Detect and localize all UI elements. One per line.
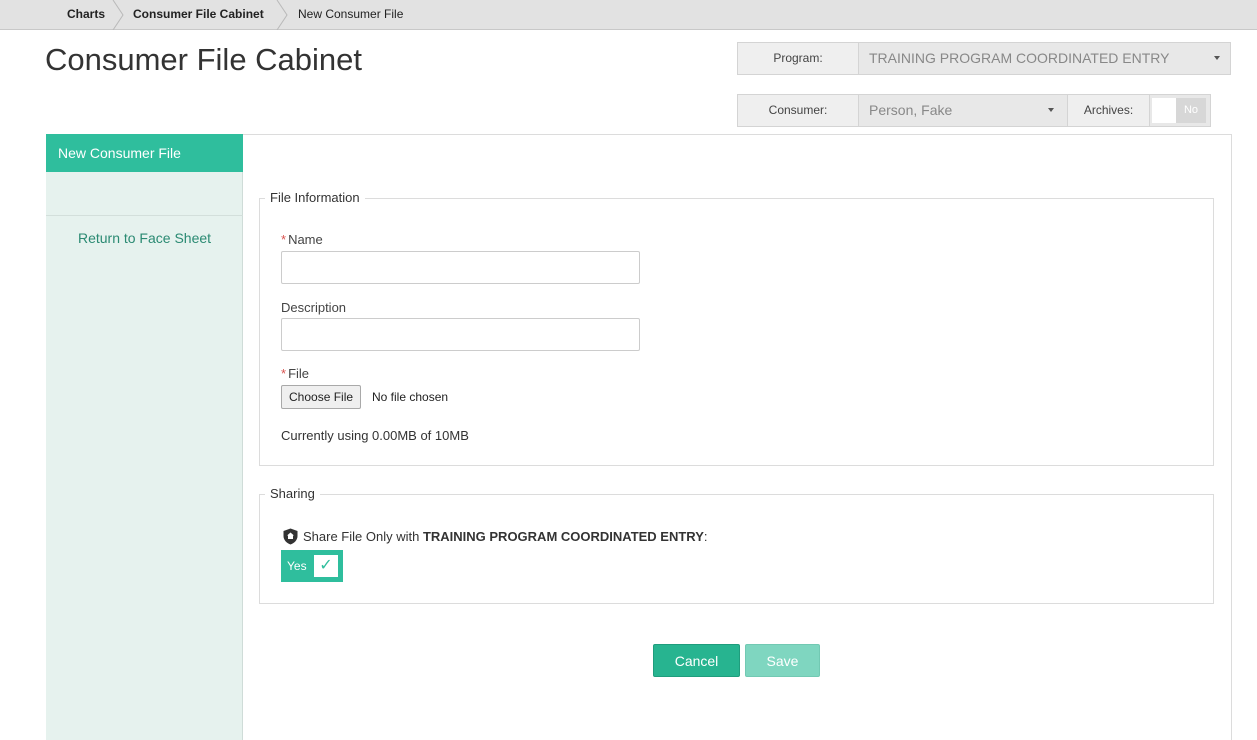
no-file-chosen-text: No file chosen	[372, 390, 449, 404]
breadcrumb-item-new-consumer-file: New Consumer File	[298, 7, 404, 21]
cancel-button[interactable]: Cancel	[653, 644, 740, 677]
sidebar-divider	[46, 215, 243, 216]
archives-toggle[interactable]: No	[1150, 94, 1211, 127]
program-select[interactable]: TRAINING PROGRAM COORDINATED ENTRY	[859, 42, 1231, 75]
sidebar: New Consumer File Return to Face Sheet	[46, 134, 243, 740]
file-information-legend: File Information	[265, 190, 365, 205]
program-select-value: TRAINING PROGRAM COORDINATED ENTRY	[869, 50, 1170, 66]
share-file-suffix: :	[703, 529, 708, 544]
consumer-select[interactable]: Person, Fake	[859, 94, 1068, 127]
consumer-label: Consumer:	[737, 94, 859, 127]
share-only-toggle[interactable]: Yes ✓	[281, 550, 343, 582]
sharing-section: Sharing Share File Only with TRAINING PR…	[259, 486, 1214, 604]
breadcrumb-separator-icon	[276, 0, 288, 30]
chevron-down-icon	[1214, 56, 1220, 60]
file-label-text: File	[288, 366, 310, 381]
sharing-legend: Sharing	[265, 486, 320, 501]
archives-label: Archives:	[1067, 94, 1150, 127]
sidebar-item-new-consumer-file[interactable]: New Consumer File	[46, 134, 243, 172]
chevron-down-icon	[1048, 108, 1054, 112]
required-marker: *	[281, 232, 287, 247]
file-information-section: File Information * Name Description * File…	[259, 190, 1214, 466]
save-button[interactable]: Save	[745, 644, 820, 677]
share-file-program: TRAINING PROGRAM COORDINATED ENTRY	[422, 529, 704, 544]
page-title: Consumer File Cabinet	[45, 42, 363, 77]
breadcrumb-separator-icon	[112, 0, 124, 30]
choose-file-button[interactable]: Choose File	[281, 385, 362, 409]
shield-home-icon	[283, 528, 298, 545]
description-label: Description	[281, 300, 347, 315]
name-input[interactable]	[281, 251, 640, 284]
breadcrumb-item-charts[interactable]: Charts	[67, 0, 105, 30]
share-file-label: Share File Only with TRAINING PROGRAM CO…	[303, 529, 708, 544]
description-input[interactable]	[281, 318, 640, 351]
checkmark-icon: ✓	[314, 555, 338, 577]
main-content: File Information * Name Description * File…	[243, 134, 1232, 740]
return-to-face-sheet-link[interactable]: Return to Face Sheet	[46, 230, 243, 246]
required-marker: *	[281, 366, 287, 381]
share-file-prefix: Share File Only with	[303, 529, 423, 544]
name-label: * Name	[281, 232, 323, 247]
storage-usage-text: Currently using 0.00MB of 10MB	[281, 428, 469, 443]
share-only-toggle-label: Yes	[287, 559, 307, 573]
consumer-select-value: Person, Fake	[869, 102, 953, 118]
breadcrumb: Charts Consumer File Cabinet New Consume…	[0, 0, 1257, 30]
file-label: * File	[281, 366, 309, 381]
breadcrumb-item-consumer-file-cabinet[interactable]: Consumer File Cabinet	[133, 0, 264, 30]
archives-toggle-handle	[1152, 98, 1176, 123]
name-label-text: Name	[288, 232, 323, 247]
archives-toggle-value: No	[1176, 98, 1206, 123]
program-label: Program:	[737, 42, 859, 75]
